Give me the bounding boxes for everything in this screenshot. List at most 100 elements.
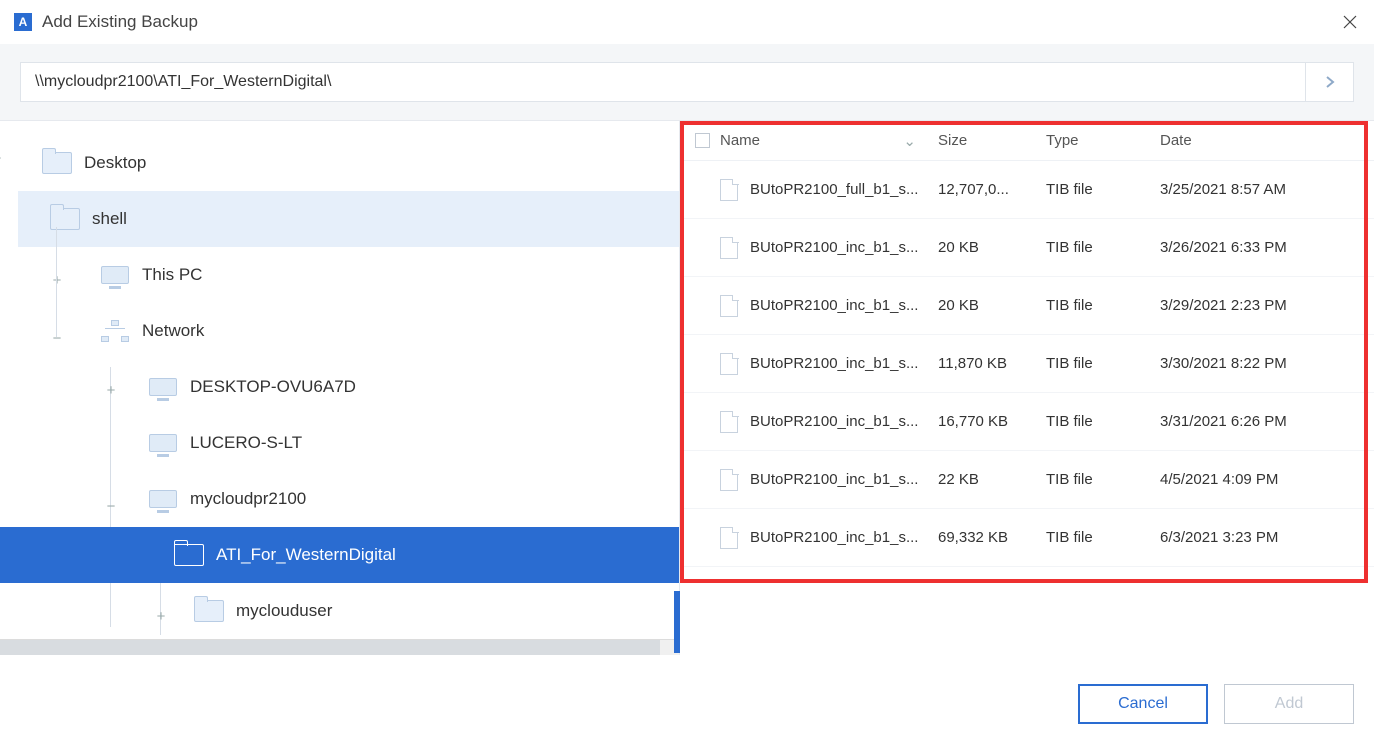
file-icon [720, 527, 738, 549]
file-row[interactable]: BUtoPR2100_inc_b1_s... 22 KB TIB file 4/… [684, 451, 1374, 509]
collapse-icon[interactable]: − [104, 499, 118, 513]
collapse-icon[interactable]: − [0, 151, 4, 165]
titlebar: A Add Existing Backup [0, 0, 1374, 44]
file-name: BUtoPR2100_inc_b1_s... [750, 529, 918, 546]
tree-item-folder[interactable]: myclouduser [172, 583, 679, 639]
column-header-date[interactable]: Date [1160, 132, 1374, 149]
folder-icon [48, 206, 82, 232]
file-name: BUtoPR2100_inc_b1_s... [750, 355, 918, 372]
tree-label: mycloudpr2100 [190, 489, 306, 509]
file-date: 3/29/2021 2:23 PM [1160, 297, 1374, 314]
computer-icon [146, 486, 180, 512]
path-bar [20, 62, 1354, 102]
file-type: TIB file [1046, 355, 1160, 372]
tree-item-computer[interactable]: mycloudpr2100 [122, 471, 679, 527]
file-name: BUtoPR2100_inc_b1_s... [750, 297, 918, 314]
folder-icon [172, 542, 206, 568]
file-date: 3/26/2021 6:33 PM [1160, 239, 1374, 256]
file-type: TIB file [1046, 239, 1160, 256]
file-date: 6/3/2021 3:23 PM [1160, 529, 1374, 546]
file-row[interactable]: BUtoPR2100_inc_b1_s... 16,770 KB TIB fil… [684, 393, 1374, 451]
file-date: 3/25/2021 8:57 AM [1160, 181, 1374, 198]
collapse-icon[interactable]: − [50, 331, 64, 345]
file-type: TIB file [1046, 413, 1160, 430]
tree-label: myclouduser [236, 601, 332, 621]
close-icon[interactable] [1340, 12, 1360, 32]
file-list-header: Name ⌄ Size Type Date [684, 121, 1374, 161]
expand-icon[interactable]: + [154, 609, 168, 623]
file-size: 69,332 KB [938, 529, 1046, 546]
file-icon [720, 295, 738, 317]
folder-icon [40, 150, 74, 176]
main-area: − Desktop + shell + This PC − [0, 121, 1374, 655]
tree-label: LUCERO-S-LT [190, 433, 302, 453]
select-all-checkbox[interactable] [695, 133, 710, 148]
file-row[interactable]: BUtoPR2100_inc_b1_s... 69,332 KB TIB fil… [684, 509, 1374, 567]
expand-icon[interactable]: + [50, 273, 64, 287]
file-type: TIB file [1046, 471, 1160, 488]
expand-icon[interactable]: + [104, 383, 118, 397]
computer-icon [146, 430, 180, 456]
file-row[interactable]: BUtoPR2100_inc_b1_s... 20 KB TIB file 3/… [684, 219, 1374, 277]
file-type: TIB file [1046, 529, 1160, 546]
tree-line [56, 227, 57, 337]
file-icon [720, 353, 738, 375]
column-header-name[interactable]: Name ⌄ [720, 132, 938, 150]
scroll-indicator [674, 591, 680, 653]
computer-icon [98, 262, 132, 288]
file-name: BUtoPR2100_inc_b1_s... [750, 471, 918, 488]
tree-label: Desktop [84, 153, 146, 173]
file-type: TIB file [1046, 181, 1160, 198]
horizontal-scrollbar[interactable] [0, 639, 679, 655]
file-size: 20 KB [938, 297, 1046, 314]
tree-item-shell[interactable]: shell [18, 191, 679, 247]
file-row[interactable]: BUtoPR2100_full_b1_s... 12,707,0... TIB … [684, 161, 1374, 219]
add-button[interactable]: Add [1224, 684, 1354, 724]
file-row[interactable]: BUtoPR2100_inc_b1_s... 20 KB TIB file 3/… [684, 277, 1374, 335]
dialog-footer: Cancel Add [0, 672, 1374, 736]
folder-icon [192, 598, 226, 624]
file-name: BUtoPR2100_inc_b1_s... [750, 239, 918, 256]
tree-item-network[interactable]: Network [68, 303, 679, 359]
tree-label: ATI_For_WesternDigital [216, 545, 396, 565]
app-icon: A [14, 13, 32, 31]
tree-item-computer[interactable]: DESKTOP-OVU6A7D [122, 359, 679, 415]
tree-label: Network [142, 321, 204, 341]
cancel-button[interactable]: Cancel [1078, 684, 1208, 724]
window-title: Add Existing Backup [42, 12, 198, 32]
tree-label: shell [92, 209, 127, 229]
file-list-pane: Name ⌄ Size Type Date BUtoPR2100_full_b1_… [680, 121, 1374, 655]
tree-item-selected-folder[interactable]: ATI_For_WesternDigital [0, 527, 679, 583]
file-size: 16,770 KB [938, 413, 1046, 430]
sort-icon: ⌄ [903, 132, 930, 150]
path-bar-container [0, 44, 1374, 121]
file-icon [720, 179, 738, 201]
file-name: BUtoPR2100_inc_b1_s... [750, 413, 918, 430]
tree-label: This PC [142, 265, 202, 285]
network-icon [98, 318, 132, 344]
tree-item-thispc[interactable]: This PC [68, 247, 679, 303]
file-icon [720, 411, 738, 433]
file-size: 11,870 KB [938, 355, 1046, 372]
tree-label: DESKTOP-OVU6A7D [190, 377, 356, 397]
file-icon [720, 237, 738, 259]
tree-item-computer[interactable]: LUCERO-S-LT [122, 415, 679, 471]
column-header-size[interactable]: Size [938, 132, 1046, 149]
file-date: 4/5/2021 4:09 PM [1160, 471, 1374, 488]
file-name: BUtoPR2100_full_b1_s... [750, 181, 918, 198]
file-type: TIB file [1046, 297, 1160, 314]
file-size: 12,707,0... [938, 181, 1046, 198]
column-header-type[interactable]: Type [1046, 132, 1160, 149]
computer-icon [146, 374, 180, 400]
path-go-button[interactable] [1305, 63, 1353, 101]
folder-tree-pane: − Desktop + shell + This PC − [0, 121, 680, 655]
file-row[interactable]: BUtoPR2100_inc_b1_s... 11,870 KB TIB fil… [684, 335, 1374, 393]
file-size: 22 KB [938, 471, 1046, 488]
file-size: 20 KB [938, 239, 1046, 256]
file-date: 3/30/2021 8:22 PM [1160, 355, 1374, 372]
file-date: 3/31/2021 6:26 PM [1160, 413, 1374, 430]
file-icon [720, 469, 738, 491]
column-label: Name [720, 132, 760, 149]
path-input[interactable] [21, 63, 1305, 101]
tree-item-desktop[interactable]: Desktop [40, 135, 679, 191]
